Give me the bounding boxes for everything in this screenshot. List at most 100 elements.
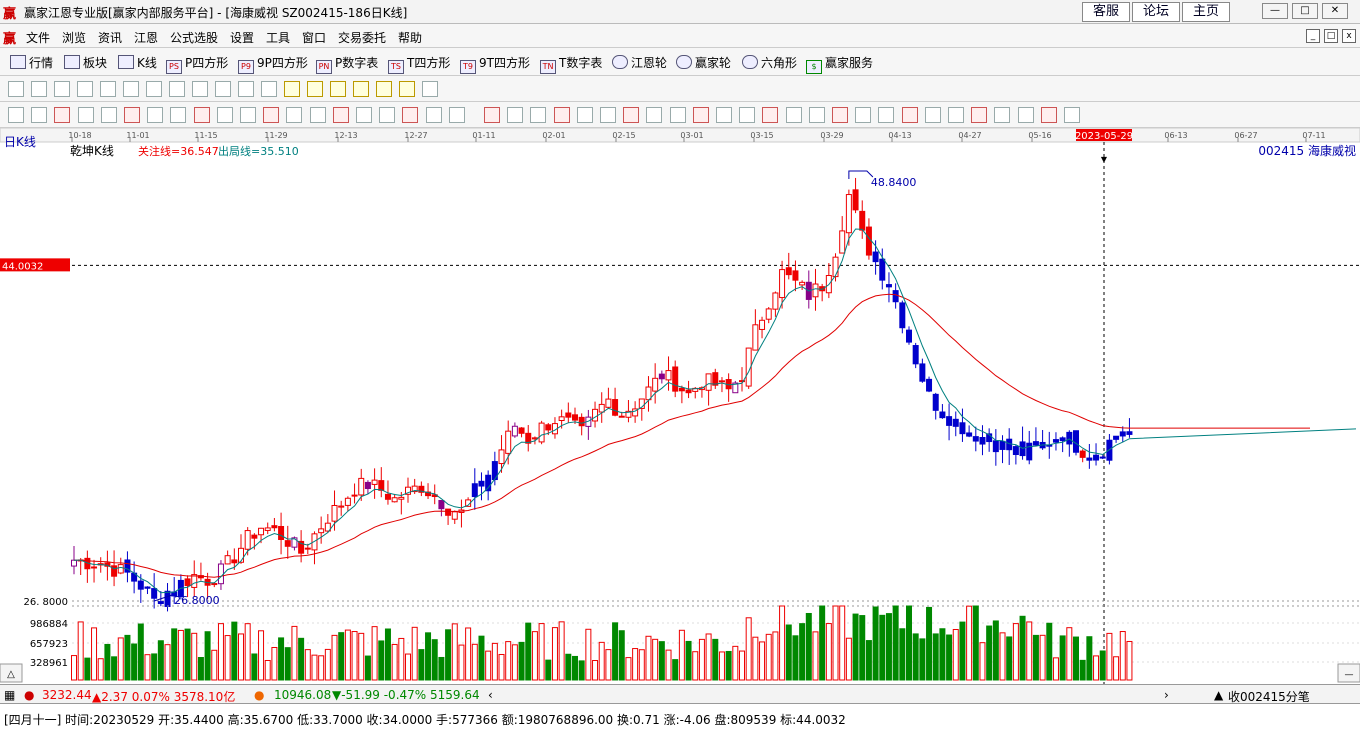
- toolbar-gann-wheel-button[interactable]: 江恩轮: [612, 54, 667, 71]
- draw-tool-icon[interactable]: [147, 107, 164, 123]
- tool-icon[interactable]: [399, 81, 415, 97]
- draw-tool-icon[interactable]: [739, 107, 756, 123]
- draw-tool-icon[interactable]: [448, 107, 465, 123]
- draw-tool-icon[interactable]: [808, 107, 825, 123]
- menu-file[interactable]: 文件: [26, 29, 50, 46]
- tick-detail-label[interactable]: 收002415分笔: [1228, 688, 1310, 705]
- customer-service-link[interactable]: 客服: [1082, 2, 1130, 22]
- draw-tool-icon[interactable]: [762, 107, 779, 123]
- tool-icon[interactable]: [422, 81, 438, 97]
- draw-tool-icon[interactable]: [669, 107, 686, 123]
- draw-tool-icon[interactable]: [31, 107, 48, 123]
- tool-icon[interactable]: [376, 81, 392, 97]
- toolbar-p-table-button[interactable]: PN P数字表: [316, 54, 378, 74]
- draw-tool-icon[interactable]: [716, 107, 732, 123]
- draw-tool-icon[interactable]: [193, 107, 210, 123]
- draw-tool-icon[interactable]: [994, 107, 1011, 123]
- draw-tool-icon[interactable]: [425, 107, 442, 123]
- close-button[interactable]: ✕: [1322, 3, 1348, 19]
- draw-tool-icon[interactable]: [692, 107, 709, 123]
- scroll-left-icon[interactable]: ‹: [488, 688, 493, 702]
- draw-tool-icon[interactable]: [924, 107, 941, 123]
- toolbar-9p-square-button[interactable]: P9 9P四方形: [238, 54, 308, 74]
- tool-icon[interactable]: [261, 81, 277, 97]
- draw-tool-icon[interactable]: [948, 107, 964, 123]
- menu-trade[interactable]: 交易委托: [338, 29, 386, 46]
- draw-tool-icon[interactable]: [600, 107, 616, 123]
- draw-tool-icon[interactable]: [240, 107, 256, 123]
- homepage-link[interactable]: 主页: [1182, 2, 1230, 22]
- draw-tool-icon[interactable]: [832, 107, 848, 123]
- tick-detail-icon[interactable]: ▲: [1214, 688, 1223, 702]
- draw-tool-icon[interactable]: [553, 107, 570, 123]
- draw-tool-icon[interactable]: [124, 107, 140, 123]
- draw-tool-icon[interactable]: [1017, 107, 1034, 123]
- draw-tool-icon[interactable]: [77, 107, 94, 123]
- draw-tool-icon[interactable]: [971, 107, 988, 123]
- forum-link[interactable]: 论坛: [1132, 2, 1180, 22]
- toolbar-kline-button[interactable]: K线: [118, 54, 157, 71]
- draw-tool-icon[interactable]: [216, 107, 233, 123]
- draw-tool-icon[interactable]: [901, 107, 918, 123]
- kline-chart-svg[interactable]: 10-18 11-01 11-15 11-29 12-13 12-27 01-11 02-01…: [0, 127, 1360, 684]
- toolbar-9t-square-button[interactable]: T9 9T四方形: [460, 54, 530, 74]
- toolbar-quotes-button[interactable]: 行情: [10, 54, 53, 71]
- draw-tool-icon[interactable]: [356, 107, 372, 123]
- toolbar-service-button[interactable]: $ 赢家服务: [806, 54, 873, 74]
- index-list-icon[interactable]: ▦: [4, 688, 15, 702]
- menu-tools[interactable]: 工具: [266, 29, 290, 46]
- draw-tool-icon[interactable]: [8, 107, 24, 123]
- menu-settings[interactable]: 设置: [230, 29, 254, 46]
- scroll-right-icon[interactable]: ›: [1164, 688, 1169, 702]
- draw-tool-icon[interactable]: [100, 107, 117, 123]
- tool-icon[interactable]: [8, 81, 24, 97]
- mdi-close-button[interactable]: x: [1342, 29, 1356, 43]
- toolbar-t-square-button[interactable]: TS T四方形: [388, 54, 450, 74]
- tool-icon[interactable]: [192, 81, 208, 97]
- draw-tool-icon[interactable]: [530, 107, 547, 123]
- menu-info[interactable]: 资讯: [98, 29, 122, 46]
- tool-icon[interactable]: [54, 81, 70, 97]
- draw-tool-icon[interactable]: [1064, 107, 1080, 123]
- draw-tool-icon[interactable]: [170, 107, 187, 123]
- tool-icon[interactable]: [238, 81, 254, 97]
- tool-icon[interactable]: [169, 81, 185, 97]
- draw-tool-icon[interactable]: [855, 107, 872, 123]
- tool-icon[interactable]: [123, 81, 139, 97]
- draw-tool-icon[interactable]: [309, 107, 326, 123]
- draw-tool-icon[interactable]: [646, 107, 663, 123]
- draw-tool-icon[interactable]: [54, 107, 71, 123]
- draw-tool-icon[interactable]: [1040, 107, 1057, 123]
- tool-icon[interactable]: [284, 81, 300, 97]
- draw-tool-icon[interactable]: [576, 107, 593, 123]
- tool-icon[interactable]: [100, 81, 116, 97]
- toolbar-hexagon-button[interactable]: 六角形: [742, 54, 797, 71]
- draw-tool-icon[interactable]: [402, 107, 419, 123]
- kline-chart[interactable]: 10-18 11-01 11-15 11-29 12-13 12-27 01-11 02-01…: [0, 127, 1360, 684]
- draw-tool-icon[interactable]: [332, 107, 349, 123]
- draw-tool-icon[interactable]: [878, 107, 895, 123]
- tool-icon[interactable]: [146, 81, 162, 97]
- draw-tool-icon[interactable]: [286, 107, 303, 123]
- mdi-minimize-button[interactable]: _: [1306, 29, 1320, 43]
- tool-icon[interactable]: [307, 81, 323, 97]
- menu-help[interactable]: 帮助: [398, 29, 422, 46]
- tool-icon[interactable]: [330, 81, 346, 97]
- tool-icon[interactable]: [215, 81, 231, 97]
- menu-formula[interactable]: 公式选股: [170, 29, 218, 46]
- toolbar-winner-wheel-button[interactable]: 赢家轮: [676, 54, 731, 71]
- draw-tool-icon[interactable]: [484, 107, 500, 123]
- mdi-restore-button[interactable]: □: [1324, 29, 1338, 43]
- menu-gann[interactable]: 江恩: [134, 29, 158, 46]
- tool-icon[interactable]: [77, 81, 93, 97]
- draw-tool-icon[interactable]: [623, 107, 640, 123]
- minimize-button[interactable]: —: [1262, 3, 1288, 19]
- toolbar-p-square-button[interactable]: PS P四方形: [166, 54, 228, 74]
- toolbar-sector-button[interactable]: 板块: [64, 54, 107, 71]
- draw-tool-icon[interactable]: [379, 107, 396, 123]
- draw-tool-icon[interactable]: [507, 107, 524, 123]
- draw-tool-icon[interactable]: [785, 107, 802, 123]
- menu-browse[interactable]: 浏览: [62, 29, 86, 46]
- draw-tool-icon[interactable]: [263, 107, 280, 123]
- tool-icon[interactable]: [31, 81, 47, 97]
